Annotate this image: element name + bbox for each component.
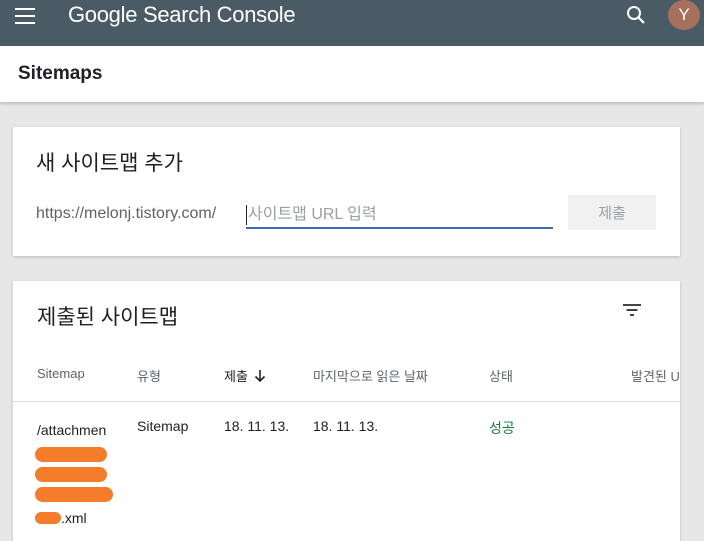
redaction-mark — [35, 512, 61, 524]
sitemap-url-input[interactable] — [246, 203, 553, 229]
sitemap-path-start: /attachmen — [37, 422, 107, 438]
avatar[interactable]: Y — [668, 0, 700, 30]
app-logo[interactable]: Google Search Console — [68, 2, 296, 28]
column-header-type[interactable]: 유형 — [137, 366, 161, 385]
column-header-status[interactable]: 상태 — [489, 366, 513, 385]
page-title: Sitemaps — [18, 63, 103, 84]
filter-icon[interactable] — [621, 299, 643, 321]
column-header-sitemap[interactable]: Sitemap — [37, 366, 85, 381]
table-row-sitemap-cell[interactable]: /attachmen .xml — [35, 418, 127, 530]
status-badge: 성공 — [489, 420, 515, 436]
menu-icon[interactable] — [15, 8, 35, 24]
text-caret — [246, 205, 247, 225]
column-header-submitted-label: 제출 — [224, 369, 248, 384]
page-header: Sitemaps — [0, 46, 704, 102]
sort-descending-icon — [254, 370, 265, 383]
top-app-bar: Google Search Console Y — [0, 0, 704, 46]
column-header-last-read[interactable]: 마지막으로 읽은 날짜 — [313, 366, 428, 385]
add-sitemap-card: 새 사이트맵 추가 https://melonj.tistory.com/ 제출 — [13, 127, 680, 256]
table-cell-last-read: 18. 11. 13. — [313, 418, 379, 434]
add-sitemap-heading: 새 사이트맵 추가 — [36, 152, 183, 175]
submitted-sitemaps-heading: 제출된 사이트맵 — [37, 306, 179, 329]
search-icon[interactable] — [624, 3, 648, 27]
submit-button[interactable]: 제출 — [568, 195, 656, 230]
column-header-submitted[interactable]: 제출 — [224, 366, 266, 385]
column-header-discovered[interactable]: 발견된 U — [631, 366, 680, 385]
table-divider — [13, 401, 680, 402]
sitemap-path-end: .xml — [61, 510, 87, 526]
site-url-prefix: https://melonj.tistory.com/ — [36, 205, 217, 222]
table-cell-type: Sitemap — [137, 418, 189, 434]
brand-google: Google — [68, 2, 138, 27]
redaction-mark — [35, 487, 113, 502]
table-cell-submitted: 18. 11. 13. — [224, 418, 290, 434]
brand-product: Search Console — [142, 2, 296, 27]
submitted-sitemaps-card: 제출된 사이트맵 Sitemap 유형 제출 마지막으로 읽은 날짜 상태 발견… — [13, 281, 680, 541]
redaction-mark — [35, 467, 107, 482]
redaction-mark — [35, 447, 107, 462]
